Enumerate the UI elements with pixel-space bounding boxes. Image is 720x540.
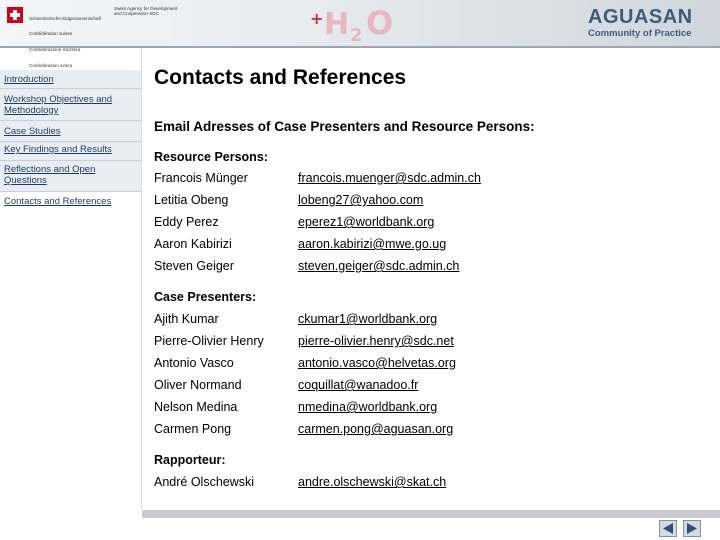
swiss-flag-icon bbox=[7, 7, 23, 23]
person-email-link[interactable]: antonio.vasco@helvetas.org bbox=[298, 356, 456, 370]
person-name: Eddy Perez bbox=[154, 215, 219, 229]
h2o-logo: + H 2 O bbox=[310, 4, 393, 42]
agency-line: and Cooperation SDC bbox=[114, 11, 159, 17]
person-name: Aaron Kabirizi bbox=[154, 237, 232, 251]
sidebar-item-label: Workshop Objectives and Methodology bbox=[4, 94, 113, 116]
person-email-link[interactable]: steven.geiger@sdc.admin.ch bbox=[298, 259, 459, 273]
h2o-plus: + bbox=[310, 9, 323, 28]
sidebar-item-introduction[interactable]: Introduction bbox=[0, 70, 141, 89]
person-name: André Olschewski bbox=[154, 475, 255, 489]
person-name: Carmen Pong bbox=[154, 422, 232, 436]
group-heading-resource-persons: Resource Persons: bbox=[154, 150, 268, 164]
person-name: Oliver Normand bbox=[154, 378, 242, 392]
person-email-link[interactable]: coquillat@wanadoo.fr bbox=[298, 378, 418, 392]
person-email-link[interactable]: andre.olschewski@skat.ch bbox=[298, 475, 446, 489]
sidebar-item-key-findings[interactable]: Key Findings and Results bbox=[0, 142, 141, 161]
person-email-link[interactable]: ckumar1@worldbank.org bbox=[298, 312, 437, 326]
confederation-line: Confederaziun svizra bbox=[29, 63, 73, 69]
next-slide-button[interactable] bbox=[683, 520, 701, 537]
group-heading-case-presenters: Case Presenters: bbox=[154, 290, 257, 304]
h2o-two: 2 bbox=[350, 25, 363, 42]
header-divider bbox=[0, 46, 720, 48]
confederation-line: Confederazione Svizzera bbox=[29, 47, 81, 53]
h2o-h: H bbox=[324, 7, 349, 42]
section-heading: Email Adresses of Case Presenters and Re… bbox=[154, 119, 535, 134]
person-email-link[interactable]: nmedina@worldbank.org bbox=[298, 400, 437, 414]
person-name: Nelson Medina bbox=[154, 400, 238, 414]
sidebar-item-case-studies[interactable]: Case Studies bbox=[0, 121, 141, 142]
agency-text: Swiss Agency for Development and Coopera… bbox=[114, 6, 177, 17]
confederation-line: Schweizerische Eidgenossenschaft bbox=[29, 15, 102, 21]
aguasan-logo: AGUASAN Community of Practice bbox=[578, 6, 718, 42]
sidebar-item-label: Introduction bbox=[4, 74, 54, 85]
content-divider bbox=[141, 48, 142, 510]
person-email-link[interactable]: aaron.kabirizi@mwe.go.ug bbox=[298, 237, 446, 251]
person-name: Letitia Obeng bbox=[154, 193, 229, 207]
arrow-left-icon bbox=[663, 523, 673, 534]
person-name: Ajith Kumar bbox=[154, 312, 219, 326]
person-name: Steven Geiger bbox=[154, 259, 234, 273]
confederation-text: Schweizerische Eidgenossenschaft Confédé… bbox=[29, 5, 101, 79]
previous-slide-button[interactable] bbox=[659, 520, 677, 537]
confederation-line: Confédération suisse bbox=[29, 31, 73, 37]
page-title: Contacts and References bbox=[154, 66, 407, 89]
aguasan-title: AGUASAN bbox=[588, 6, 693, 28]
person-email-link[interactable]: pierre-olivier.henry@sdc.net bbox=[298, 334, 454, 348]
person-email-link[interactable]: francois.muenger@sdc.admin.ch bbox=[298, 171, 481, 185]
aguasan-subtitle: Community of Practice bbox=[588, 28, 692, 39]
sidebar-item-label: Reflections and Open Questions bbox=[4, 164, 96, 186]
sidebar-item-label: Case Studies bbox=[4, 126, 61, 137]
person-name: Francois Münger bbox=[154, 171, 248, 185]
sidebar-item-contacts[interactable]: Contacts and References bbox=[0, 192, 141, 210]
person-name: Pierre-Olivier Henry bbox=[154, 334, 264, 348]
page-header: Schweizerische Eidgenossenschaft Confédé… bbox=[0, 0, 720, 68]
person-email-link[interactable]: eperez1@worldbank.org bbox=[298, 215, 434, 229]
person-email-link[interactable]: lobeng27@yahoo.com bbox=[298, 193, 423, 207]
footer-bar bbox=[142, 510, 720, 518]
h2o-o: O bbox=[366, 4, 393, 42]
arrow-right-icon bbox=[687, 523, 697, 534]
group-heading-rapporteur: Rapporteur: bbox=[154, 453, 226, 467]
sidebar-item-label: Key Findings and Results bbox=[4, 144, 112, 155]
sidebar-item-reflections[interactable]: Reflections and Open Questions bbox=[0, 161, 141, 192]
person-email-link[interactable]: carmen.pong@aguasan.org bbox=[298, 422, 453, 436]
sidebar-item-label: Contacts and References bbox=[4, 196, 112, 207]
person-name: Antonio Vasco bbox=[154, 356, 234, 370]
sidebar-item-workshop-objectives[interactable]: Workshop Objectives and Methodology bbox=[0, 89, 141, 121]
